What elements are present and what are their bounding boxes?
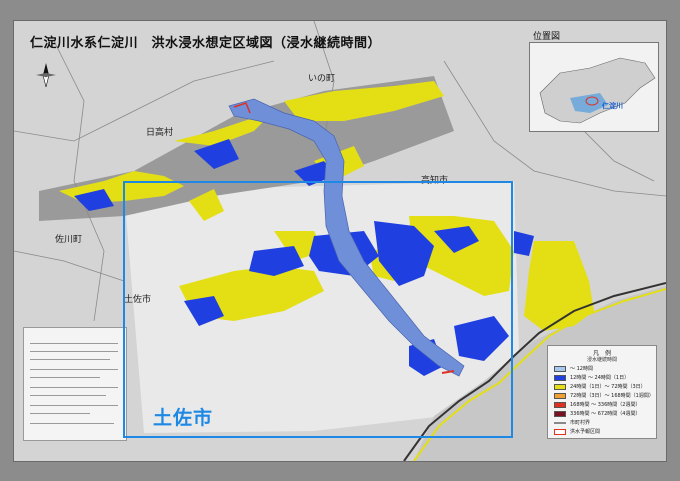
map-title: 仁淀川水系仁淀川 洪水浸水想定区域図（浸水継続時間） bbox=[30, 36, 382, 51]
legend-subtitle: 浸水継続時間 bbox=[586, 357, 617, 363]
note-line bbox=[30, 395, 106, 396]
legend-boundary-label: 市町村界 bbox=[570, 420, 591, 426]
legend-item: 24時間（1日）～ 72時間（3日） bbox=[554, 384, 652, 390]
legend-swatch bbox=[554, 393, 566, 399]
note-line bbox=[30, 413, 90, 414]
place-hidaka: 日高村 bbox=[146, 128, 174, 138]
note-line bbox=[30, 405, 118, 406]
note-line bbox=[30, 351, 118, 352]
note-line bbox=[30, 369, 118, 370]
legend-swatch bbox=[554, 429, 566, 435]
legend-item-label: ～ 12時間 bbox=[570, 366, 593, 372]
legend-item-label: 24時間（1日）～ 72時間（3日） bbox=[570, 384, 646, 390]
note-line bbox=[30, 377, 100, 378]
legend-swatch bbox=[554, 375, 566, 381]
legend-swatch bbox=[554, 402, 566, 408]
legend-item: ～ 12時間 bbox=[554, 366, 652, 372]
legend-boundary: 市町村界 bbox=[554, 420, 652, 426]
legend-item-label: 168時間 ～ 336時間（2週間） bbox=[570, 402, 641, 408]
legend-item: 168時間 ～ 336時間（2週間） bbox=[554, 402, 652, 408]
legend-item-label: 72時間（3日）～ 168時間（1週間） bbox=[570, 393, 654, 399]
highlight-city-label: 土佐市 bbox=[153, 407, 214, 429]
inset-shikoku-map bbox=[539, 57, 656, 124]
legend-item: 72時間（3日）～ 168時間（1週間） bbox=[554, 393, 654, 399]
inset-title: 位置図 bbox=[533, 32, 561, 42]
legend-target: 洪水予報区間 bbox=[554, 429, 652, 435]
location-inset-map: 仁淀川 bbox=[529, 42, 659, 132]
note-line bbox=[30, 387, 118, 388]
legend-target-label: 洪水予報区間 bbox=[570, 429, 601, 435]
note-line bbox=[30, 343, 118, 344]
place-ino: いの町 bbox=[308, 74, 336, 84]
note-line bbox=[30, 359, 110, 360]
legend-item-label: 336時間 ～ 672時間（4週間） bbox=[570, 411, 641, 417]
map-sheet: 仁淀川水系仁淀川 洪水浸水想定区域図（浸水継続時間） いの町 日高村 高知市 佐… bbox=[13, 20, 667, 462]
inset-river-label: 仁淀川 bbox=[602, 102, 623, 110]
legend-swatch bbox=[554, 366, 566, 372]
legend-panel: 凡 例 浸水継続時間 ～ 12時間 12時間 ～ 24時間（1日） 24時間（1… bbox=[547, 345, 657, 439]
legend-swatch bbox=[554, 384, 566, 390]
legend-swatch bbox=[554, 411, 566, 417]
legend-item: 336時間 ～ 672時間（4週間） bbox=[554, 411, 652, 417]
legend-swatch bbox=[554, 422, 566, 424]
north-arrow-icon bbox=[36, 63, 56, 87]
legend-item: 12時間 ～ 24時間（1日） bbox=[554, 375, 652, 381]
place-sakawa: 佐川町 bbox=[55, 235, 83, 245]
legend-item-label: 12時間 ～ 24時間（1日） bbox=[570, 375, 630, 381]
highlight-box bbox=[123, 181, 513, 438]
note-line bbox=[30, 423, 114, 424]
